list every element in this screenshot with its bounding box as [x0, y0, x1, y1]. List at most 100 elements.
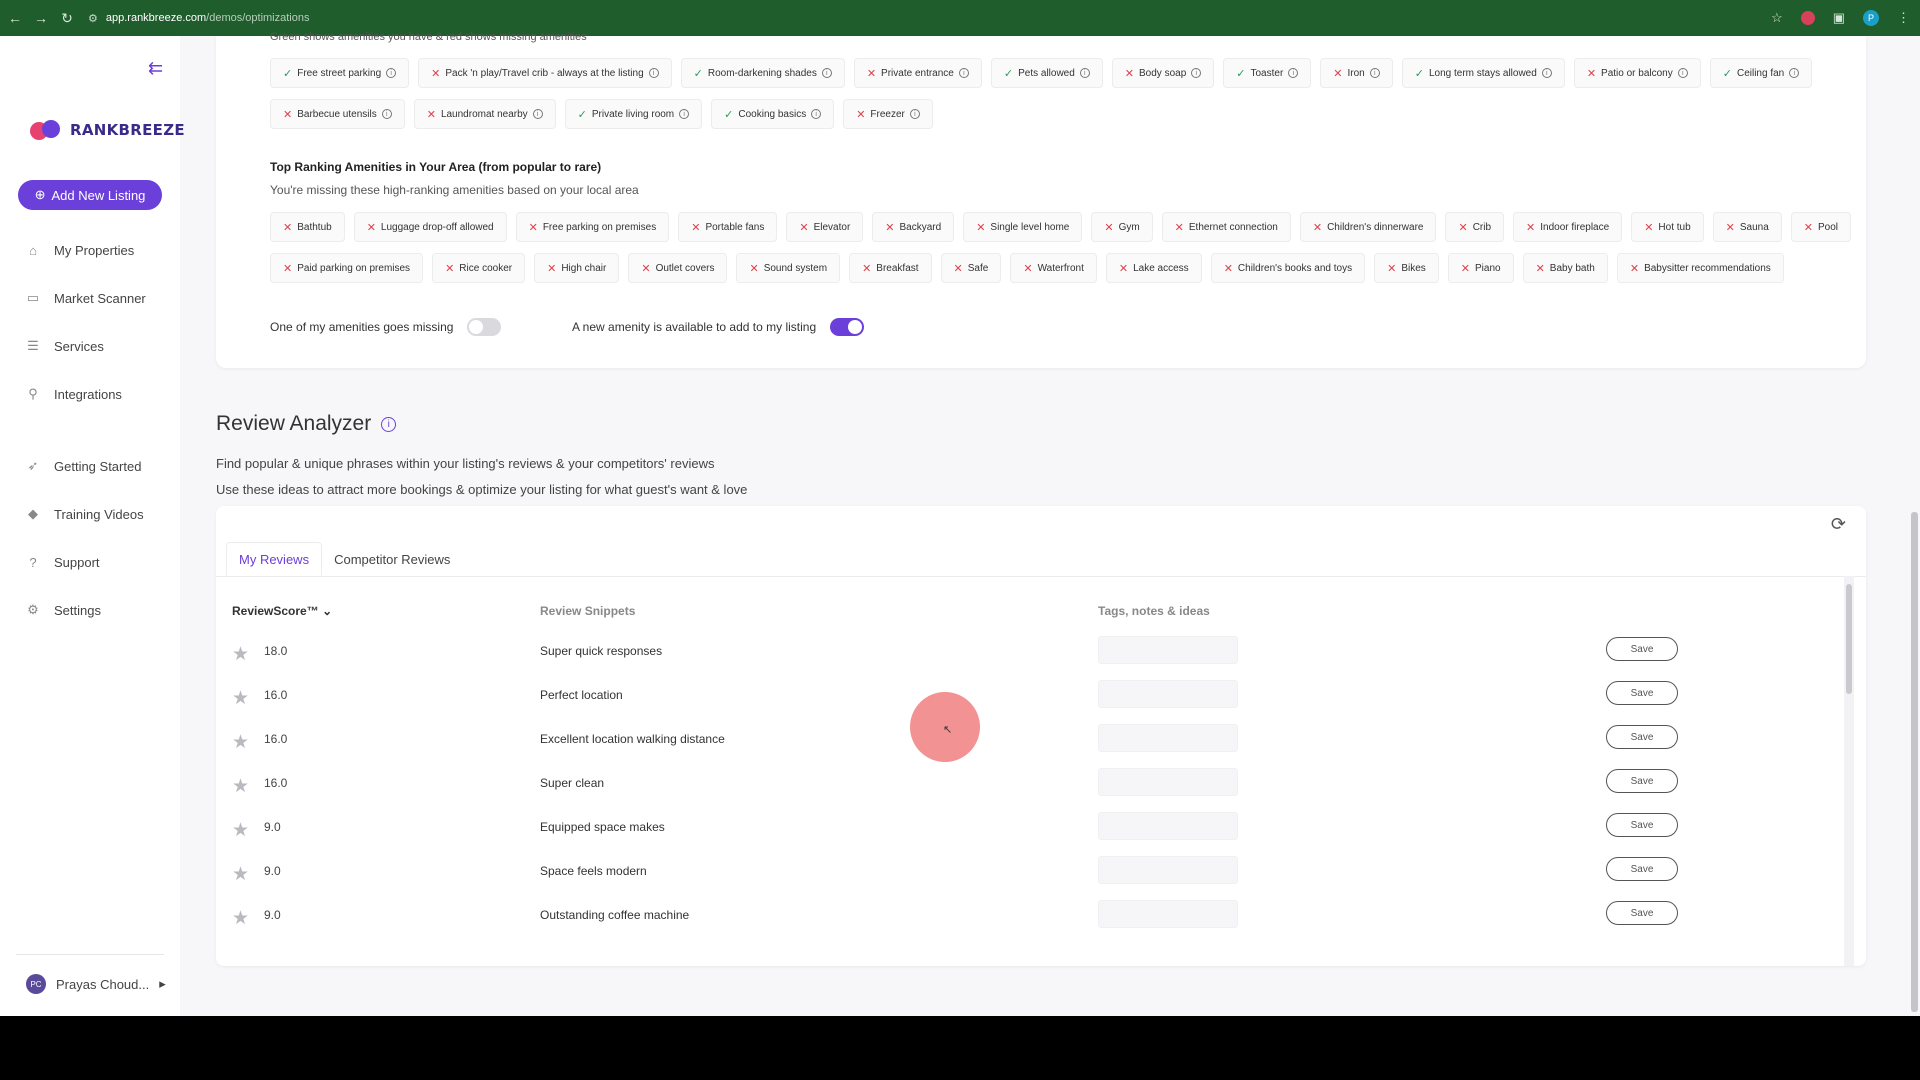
amenity-chip[interactable]: ✕ Indoor fireplace: [1513, 212, 1623, 242]
amenity-chip[interactable]: ✕ Gym: [1091, 212, 1153, 242]
page-scrollbar[interactable]: [1911, 512, 1918, 1012]
info-icon[interactable]: i: [381, 109, 392, 119]
amenity-chip[interactable]: ✕ Barbecue utensils i: [270, 99, 405, 129]
save-button[interactable]: Save: [1606, 637, 1678, 661]
info-icon[interactable]: i: [381, 416, 397, 432]
amenity-chip[interactable]: ✕ Laundromat nearby i: [413, 99, 556, 129]
sidebar-item-getting-started[interactable]: ➶ Getting Started: [0, 442, 180, 490]
bookmark-star-icon[interactable]: ☆: [1771, 10, 1783, 26]
star-icon[interactable]: ★: [232, 819, 249, 842]
amenity-chip[interactable]: ✕ Portable fans: [678, 212, 778, 242]
extension-icon[interactable]: [1800, 11, 1815, 25]
amenity-chip[interactable]: ✕ Backyard: [872, 212, 955, 242]
browser-menu-icon[interactable]: ⋮: [1897, 10, 1910, 26]
amenity-chip[interactable]: ✕ Pool: [1790, 212, 1852, 242]
forward-icon[interactable]: →: [30, 7, 52, 29]
tab-my-reviews[interactable]: My Reviews: [226, 542, 323, 576]
amenity-chip[interactable]: ✕ Children's dinnerware: [1299, 212, 1437, 242]
amenity-chip[interactable]: ✕ Luggage drop-off allowed: [353, 212, 507, 242]
amenity-chip[interactable]: ✕ Patio or balcony i: [1573, 58, 1701, 88]
save-button[interactable]: Save: [1606, 901, 1678, 925]
amenity-chip[interactable]: ✕ Piano: [1447, 253, 1514, 283]
info-icon[interactable]: i: [1789, 68, 1800, 78]
amenity-chip[interactable]: ✕ Ethernet connection: [1161, 212, 1291, 242]
amenity-chip[interactable]: ✕ Safe: [940, 253, 1002, 283]
amenity-chip[interactable]: ✕ Private entrance i: [853, 58, 982, 88]
refresh-icon[interactable]: ⟳: [1831, 514, 1846, 535]
amenity-chip[interactable]: ✓ Toaster i: [1223, 58, 1312, 88]
amenity-chip[interactable]: ✕ Bikes: [1374, 253, 1439, 283]
amenity-chip[interactable]: ✕ Iron i: [1320, 58, 1393, 88]
star-icon[interactable]: ★: [232, 775, 249, 798]
star-icon[interactable]: ★: [232, 687, 249, 710]
save-button[interactable]: Save: [1606, 769, 1678, 793]
star-icon[interactable]: ★: [232, 643, 249, 666]
add-new-listing-button[interactable]: ⊕ Add New Listing: [18, 180, 162, 210]
sidebar-item-my-properties[interactable]: ⌂ My Properties: [0, 226, 180, 274]
info-icon[interactable]: i: [648, 68, 659, 78]
info-icon[interactable]: i: [386, 68, 397, 78]
amenity-chip[interactable]: ✓ Pets allowed i: [990, 58, 1103, 88]
info-icon[interactable]: i: [532, 109, 543, 119]
amenity-chip[interactable]: ✕ Sauna: [1712, 212, 1782, 242]
amenity-chip[interactable]: ✕ Children's books and toys: [1210, 253, 1366, 283]
amenity-chip[interactable]: ✕ Elevator: [786, 212, 864, 242]
sidebar-item-training-videos[interactable]: ◆ Training Videos: [0, 490, 180, 538]
amenity-chip[interactable]: ✕ Freezer i: [843, 99, 933, 129]
notes-input[interactable]: [1098, 812, 1238, 840]
amenity-chip[interactable]: ✕ Baby bath: [1522, 253, 1608, 283]
user-menu[interactable]: PC Prayas Choud... ▸: [26, 974, 166, 994]
sidebar-item-services[interactable]: ☰ Services: [0, 322, 180, 370]
amenity-chip[interactable]: ✕ Single level home: [963, 212, 1083, 242]
toggle-new-switch[interactable]: [830, 318, 865, 336]
table-scrollbar-thumb[interactable]: [1846, 584, 1852, 694]
notes-input[interactable]: [1098, 680, 1238, 708]
amenity-chip[interactable]: ✕ Crib: [1445, 212, 1505, 242]
info-icon[interactable]: i: [811, 109, 822, 119]
info-icon[interactable]: i: [1079, 68, 1090, 78]
notes-input[interactable]: [1098, 724, 1238, 752]
amenity-chip[interactable]: ✕ Lake access: [1105, 253, 1202, 283]
amenity-chip[interactable]: ✕ Waterfront: [1010, 253, 1097, 283]
save-button[interactable]: Save: [1606, 857, 1678, 881]
info-icon[interactable]: i: [821, 68, 832, 78]
save-button[interactable]: Save: [1606, 681, 1678, 705]
amenity-chip[interactable]: ✓ Free street parking i: [270, 58, 410, 88]
address-bar[interactable]: ⚙ app.rankbreeze.com /demos/optimization…: [88, 5, 309, 31]
back-icon[interactable]: ←: [4, 7, 26, 29]
amenity-chip[interactable]: ✓ Ceiling fan i: [1709, 58, 1813, 88]
amenity-chip[interactable]: ✕ Pack 'n play/Travel crib - always at th…: [418, 58, 672, 88]
amenity-chip[interactable]: ✕ Outlet covers: [628, 253, 728, 283]
profile-avatar[interactable]: P: [1863, 10, 1879, 26]
amenity-chip[interactable]: ✕ Sound system: [736, 253, 841, 283]
logo[interactable]: RANKBREEZE: [30, 120, 185, 140]
info-icon[interactable]: i: [1541, 68, 1552, 78]
sidebar-item-integrations[interactable]: ⚲ Integrations: [0, 370, 180, 418]
amenity-chip[interactable]: ✓ Room-darkening shades i: [680, 58, 845, 88]
info-icon[interactable]: i: [679, 109, 690, 119]
notes-input[interactable]: [1098, 856, 1238, 884]
info-icon[interactable]: i: [1369, 68, 1380, 78]
notes-input[interactable]: [1098, 768, 1238, 796]
save-button[interactable]: Save: [1606, 725, 1678, 749]
save-button[interactable]: Save: [1606, 813, 1678, 837]
amenity-chip[interactable]: ✕ Free parking on premises: [515, 212, 670, 242]
notes-input[interactable]: [1098, 636, 1238, 664]
amenity-chip[interactable]: ✕ Bathtub: [270, 212, 345, 242]
collapse-sidebar-icon[interactable]: ⇇: [148, 58, 163, 79]
info-icon[interactable]: i: [1191, 68, 1202, 78]
amenity-chip[interactable]: ✕ Rice cooker: [432, 253, 526, 283]
star-icon[interactable]: ★: [232, 731, 249, 754]
amenity-chip[interactable]: ✕ Hot tub: [1631, 212, 1704, 242]
sidebar-item-support[interactable]: ? Support: [0, 538, 180, 586]
amenity-chip[interactable]: ✓ Private living room i: [564, 99, 703, 129]
toggle-missing-switch[interactable]: [467, 318, 502, 336]
amenity-chip[interactable]: ✕ Breakfast: [849, 253, 932, 283]
amenity-chip[interactable]: ✓ Cooking basics i: [711, 99, 835, 129]
sidebar-item-settings[interactable]: ⚙ Settings: [0, 586, 180, 634]
notes-input[interactable]: [1098, 900, 1238, 928]
amenity-chip[interactable]: ✕ Babysitter recommendations: [1616, 253, 1784, 283]
info-icon[interactable]: i: [1677, 68, 1688, 78]
tab-competitor-reviews[interactable]: Competitor Reviews: [322, 542, 462, 576]
info-icon[interactable]: i: [909, 109, 920, 119]
